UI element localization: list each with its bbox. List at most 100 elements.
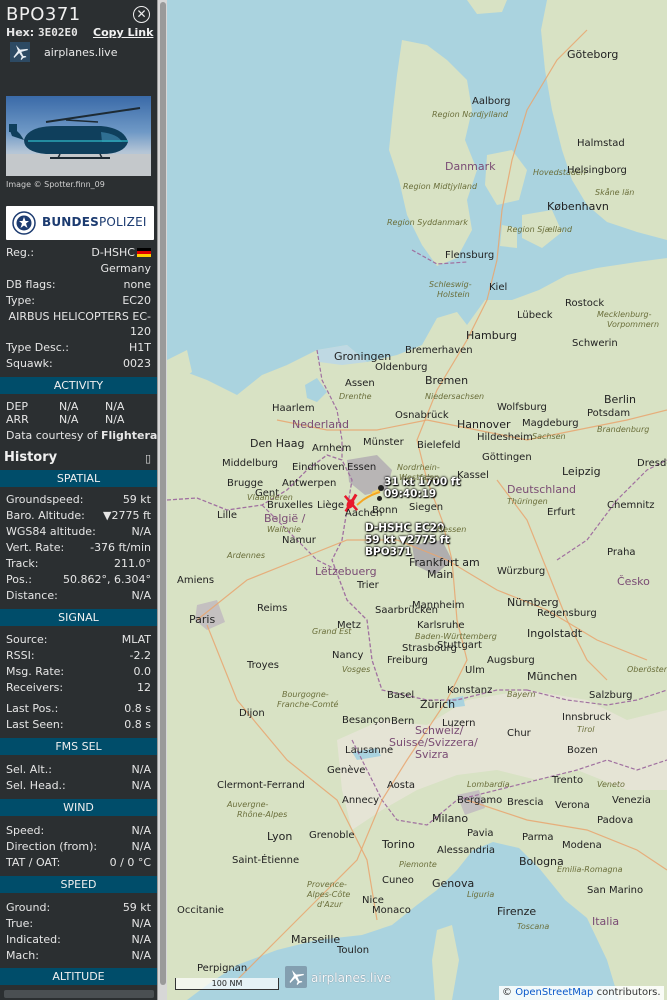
- map-label-region-sjaelland: Region Sjælland: [507, 225, 573, 234]
- sel-head-value: N/A: [131, 779, 151, 792]
- last-seen-value: 0.8 s: [124, 718, 151, 731]
- wind-section-header[interactable]: WIND: [0, 799, 157, 816]
- fms-section-header[interactable]: FMS SEL: [0, 738, 157, 755]
- baro-altitude-label: Baro. Altitude:: [6, 509, 85, 522]
- map-label-kiel: Kiel: [489, 282, 508, 293]
- map-label-venezia: Venezia: [612, 795, 651, 806]
- map-label-hessen: Hessen: [437, 525, 467, 534]
- type-desc-value: H1T: [129, 341, 151, 354]
- map-label-bergamo: Bergamo: [457, 795, 503, 806]
- arr-value-2: N/A: [105, 413, 125, 426]
- map-label-sachsen: Sachsen: [532, 432, 566, 441]
- map-label-thuringen: Thüringen: [507, 497, 548, 506]
- map-label-munchen: München: [527, 670, 578, 683]
- map-label-perpignan: Perpignan: [197, 963, 248, 974]
- history-header[interactable]: History: [4, 450, 57, 465]
- wgs84-altitude-value: N/A: [131, 525, 151, 538]
- map-label-chur: Chur: [507, 728, 531, 739]
- map-label-bremerhaven: Bremerhaven: [405, 345, 473, 356]
- map-label-bourgogne: Bourgogne-: [282, 690, 329, 699]
- airplanes-live-watermark: airplanes.live: [285, 966, 405, 990]
- last-seen-label: Last Seen:: [6, 718, 64, 731]
- map-label-erfurt: Erfurt: [547, 507, 576, 518]
- map-label-hannover: Hannover: [457, 418, 511, 431]
- map-label-gottingen: Göttingen: [482, 452, 532, 463]
- map-label-dazur: d'Azur: [317, 900, 343, 909]
- map-label-liege: Liège: [317, 500, 345, 511]
- position-value: 50.862°, 6.304°: [63, 573, 151, 586]
- track-point-marker-2[interactable]: [377, 496, 382, 501]
- courtesy-source-link[interactable]: Flightera: [101, 429, 157, 442]
- map-label-geneve: Genève: [327, 765, 366, 776]
- spatial-section-header[interactable]: SPATIAL: [0, 470, 157, 487]
- sel-head-row: Sel. Head.: N/A: [6, 779, 151, 795]
- groundspeed-row: Groundspeed: 59 kt: [6, 493, 151, 509]
- rssi-value: -2.2: [129, 649, 151, 662]
- map-label-hildesheim: Hildesheim: [477, 432, 533, 443]
- map-label-freiburg: Freiburg: [387, 655, 428, 666]
- tat-oat-label: TAT / OAT:: [6, 856, 61, 869]
- position-row: Pos.: 50.862°, 6.304°: [6, 573, 151, 589]
- map-label-region-syd: Region Syddanmark: [387, 218, 468, 227]
- position-label: Pos.:: [6, 573, 32, 586]
- map-label-marseille: Marseille: [291, 933, 341, 946]
- db-flags-value: none: [123, 278, 151, 291]
- map-label-auvergne: Auvergne-: [227, 800, 269, 809]
- type-label: Type:: [6, 294, 35, 307]
- activity-section-header[interactable]: ACTIVITY: [0, 377, 157, 394]
- map-label-trento: Trento: [552, 775, 584, 786]
- map-label-brandenburg: Brandenburg: [597, 425, 650, 434]
- sidebar-scrollbar[interactable]: [157, 0, 167, 1000]
- map-label-toscana: Toscana: [517, 922, 550, 931]
- map-label-berlin: Berlin: [604, 393, 636, 406]
- hex-row: Hex: 3E02E0 Copy Link: [6, 26, 153, 39]
- map-label-paris: Paris: [189, 613, 216, 626]
- map-label-lubeck: Lübeck: [517, 310, 553, 321]
- type-desc-row: Type Desc.: H1T: [6, 341, 151, 357]
- type-value: EC20: [122, 294, 151, 307]
- close-icon[interactable]: ✕: [133, 6, 150, 23]
- sel-alt-label: Sel. Alt.:: [6, 763, 52, 776]
- map-label-reims: Reims: [257, 603, 288, 614]
- map-label-parma: Parma: [522, 832, 554, 843]
- attribution-copyright: ©: [502, 987, 512, 998]
- map-label-ingolstadt: Ingolstadt: [527, 627, 583, 640]
- groundspeed-label: Groundspeed:: [6, 493, 84, 506]
- signal-section-header[interactable]: SIGNAL: [0, 609, 157, 626]
- altitude-section-header[interactable]: ALTITUDE: [0, 968, 157, 985]
- map-label-bremen: Bremen: [425, 374, 469, 387]
- map-label-ardennes: Ardennes: [227, 551, 265, 560]
- openstreetmap-link[interactable]: OpenStreetMap: [515, 987, 593, 998]
- history-toggle-icon[interactable]: ▯: [145, 452, 151, 465]
- track-row: Track: 211.0°: [6, 557, 151, 573]
- map-label-main: Main: [427, 568, 454, 581]
- map-label-assen: Assen: [345, 378, 375, 389]
- map-label-kobenhavn: København: [547, 200, 609, 213]
- germany-flag-icon: [137, 248, 151, 257]
- map-label-saintetienne: Saint-Étienne: [232, 855, 300, 866]
- map-label-franche: Franche-Comté: [277, 700, 339, 709]
- indicated-speed-row: Indicated: N/A: [6, 933, 151, 949]
- source-link[interactable]: airplanes.live: [8, 42, 157, 64]
- track-point-time: 09:40:19: [384, 488, 437, 500]
- map-label-westfalen: Westfalen: [399, 473, 440, 482]
- map-view[interactable]: 31 kt 1700 ft 09:40:19 D-HSHC EC20 59 kt…: [167, 0, 667, 1000]
- map-label-emilia: Emilia-Romagna: [557, 865, 623, 874]
- map-label-innsbruck: Innsbruck: [562, 712, 611, 723]
- map-label-firenze: Firenze: [497, 905, 537, 918]
- wind-direction-row: Direction (from): N/A: [6, 840, 151, 856]
- receivers-value: 12: [137, 681, 151, 694]
- logo-text-bold: BUNDES: [42, 215, 99, 229]
- map-label-verona: Verona: [555, 800, 590, 811]
- copy-link-button[interactable]: Copy Link: [93, 26, 153, 39]
- baro-altitude-value: ▼2775 ft: [103, 509, 151, 522]
- last-pos-label: Last Pos.:: [6, 702, 59, 715]
- map-label-nancy: Nancy: [332, 650, 364, 661]
- horizontal-scrollbar[interactable]: [4, 990, 154, 998]
- receivers-label: Receivers:: [6, 681, 64, 694]
- aircraft-photo[interactable]: [6, 96, 151, 176]
- map-label-siegen: Siegen: [409, 502, 444, 513]
- scrollbar-thumb[interactable]: [160, 2, 166, 985]
- speed-section-header[interactable]: SPEED: [0, 876, 157, 893]
- map-attribution: © OpenStreetMap contributors.: [499, 986, 664, 1000]
